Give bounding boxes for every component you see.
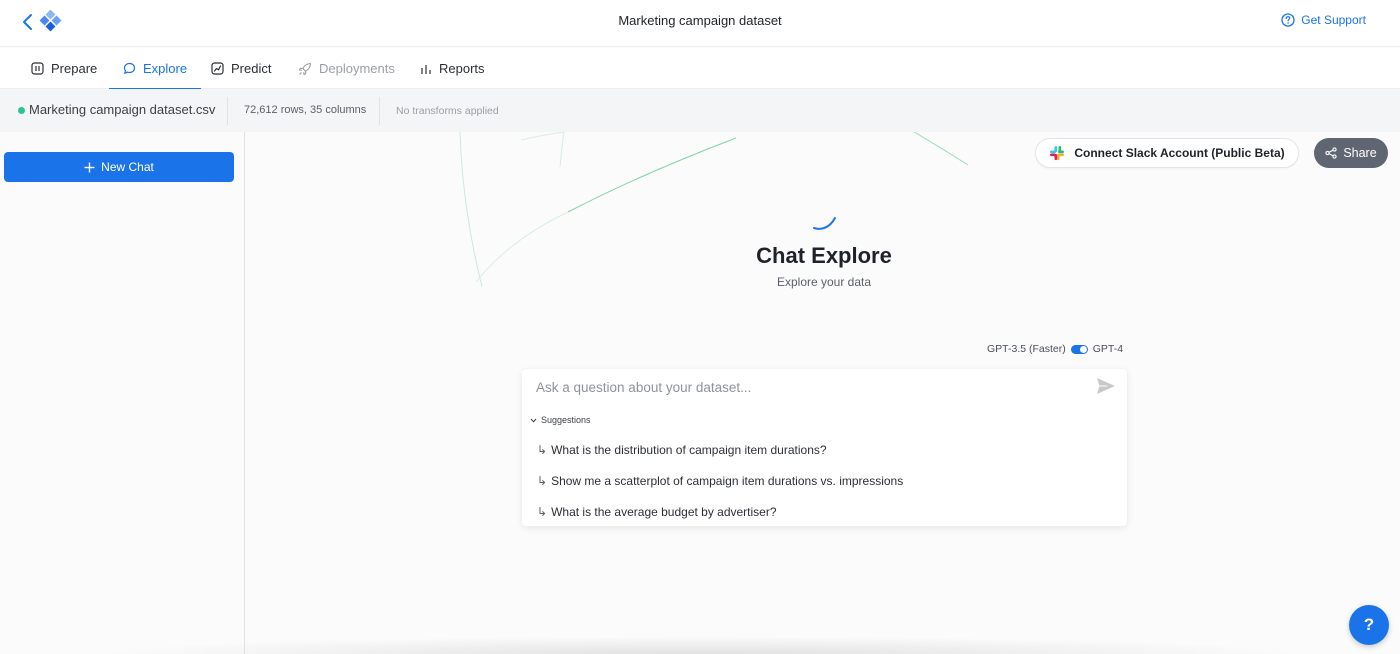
model-toggle: GPT-3.5 (Faster) GPT-4 [987, 343, 1123, 355]
chat-bubble-icon [123, 62, 136, 74]
help-circle-icon [1281, 13, 1295, 27]
tab-label: Explore [143, 61, 188, 76]
tab-label: Predict [231, 61, 272, 76]
share-button[interactable]: Share [1314, 138, 1388, 168]
chat-question-input[interactable] [536, 376, 1086, 398]
tab-label: Reports [439, 61, 485, 76]
model-switch[interactable] [1070, 344, 1088, 354]
suggestions-toggle[interactable]: Suggestions [530, 415, 591, 425]
return-arrow-icon: ↳ [537, 474, 548, 488]
chat-sidebar: New Chat [0, 132, 245, 654]
suggestion-text: What is the distribution of campaign ite… [551, 443, 827, 457]
top-bar: Marketing campaign dataset Get Support [0, 0, 1400, 47]
chat-subtitle: Explore your data [776, 275, 872, 289]
model-option-gpt4[interactable]: GPT-4 [1093, 343, 1123, 355]
bar-chart-icon [421, 64, 431, 74]
share-icon [1325, 147, 1337, 159]
loading-spinner-icon [813, 217, 836, 230]
new-chat-label: New Chat [101, 160, 154, 174]
divider [379, 97, 380, 125]
get-support-link[interactable]: Get Support [1281, 13, 1366, 27]
tab-prepare[interactable]: Prepare [31, 48, 97, 89]
tab-explore[interactable]: Explore [108, 48, 202, 90]
tab-deployments[interactable]: Deployments [298, 48, 395, 89]
chat-input-panel: Suggestions ↳ What is the distribution o… [522, 369, 1127, 526]
dataset-info-bar: Marketing campaign dataset.csv 72,612 ro… [0, 89, 1400, 132]
suggestion-item[interactable]: ↳ What is the distribution of campaign i… [537, 443, 827, 457]
chat-title: Chat Explore [756, 243, 892, 268]
connect-slack-label: Connect Slack Account (Public Beta) [1074, 146, 1285, 160]
model-option-gpt35[interactable]: GPT-3.5 (Faster) [987, 343, 1066, 355]
dataset-file-name[interactable]: Marketing campaign dataset.csv [29, 102, 215, 117]
new-chat-button[interactable]: New Chat [4, 152, 234, 182]
transforms-status: No transforms applied [396, 105, 499, 117]
return-arrow-icon: ↳ [537, 505, 548, 519]
help-chat-button[interactable]: ? [1349, 605, 1389, 645]
return-arrow-icon: ↳ [537, 443, 548, 457]
tab-label: Deployments [319, 61, 395, 76]
predict-icon [211, 62, 224, 75]
send-icon[interactable] [1096, 377, 1116, 395]
divider [227, 97, 228, 125]
suggestion-item[interactable]: ↳ Show me a scatterplot of campaign item… [537, 474, 903, 488]
chat-main: Connect Slack Account (Public Beta) Shar… [246, 132, 1400, 654]
plus-icon [84, 162, 95, 172]
decorative-lines [459, 132, 969, 288]
connect-slack-button[interactable]: Connect Slack Account (Public Beta) [1035, 138, 1299, 168]
support-label: Get Support [1301, 13, 1366, 27]
tab-reports[interactable]: Reports [420, 48, 485, 89]
share-label: Share [1343, 146, 1377, 160]
suggestions-label: Suggestions [541, 415, 591, 425]
chevron-down-icon [530, 418, 537, 423]
tab-bar: Prepare Explore Predict Deployments Repo… [0, 48, 1400, 90]
suggestion-item[interactable]: ↳ What is the average budget by advertis… [537, 505, 777, 519]
tab-label: Prepare [51, 61, 98, 76]
page-title: Marketing campaign dataset [618, 13, 782, 28]
suggestion-text: What is the average budget by advertiser… [551, 505, 777, 519]
rocket-icon [298, 62, 312, 75]
slack-icon [1050, 146, 1065, 160]
dataset-shape: 72,612 rows, 35 columns [244, 104, 367, 116]
tab-predict[interactable]: Predict [211, 48, 271, 89]
status-dot [18, 107, 25, 114]
prepare-icon [31, 62, 44, 75]
suggestion-text: Show me a scatterplot of campaign item d… [551, 474, 904, 488]
